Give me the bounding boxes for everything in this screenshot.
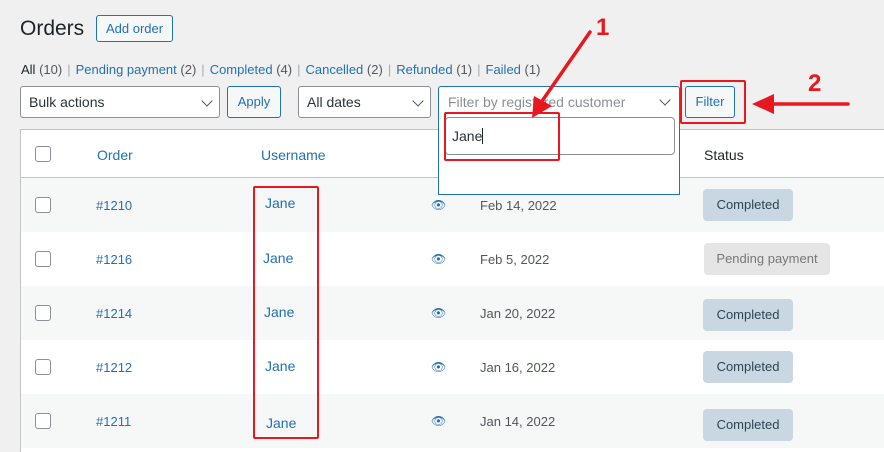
chevron-down-icon xyxy=(412,95,424,107)
order-number[interactable]: #1212 xyxy=(96,360,132,375)
status-badge: Completed xyxy=(703,409,793,441)
status-link-completed[interactable]: Completed (4) xyxy=(210,62,292,77)
table-row[interactable]: #1216 Jane 👁 Feb 5, 2022 Pending payment xyxy=(21,232,884,286)
dates-value: All dates xyxy=(307,94,361,110)
status-filter-links: All (10) | Pending payment (2) | Completed (… xyxy=(21,62,540,77)
status-link-failed[interactable]: Failed (1) xyxy=(486,62,541,77)
status-link-refunded[interactable]: Refunded (1) xyxy=(396,62,472,77)
separator: | xyxy=(201,62,205,77)
row-checkbox[interactable] xyxy=(35,251,51,267)
row-checkbox[interactable] xyxy=(35,197,51,213)
page-title: Orders xyxy=(20,17,85,40)
row-checkbox[interactable] xyxy=(35,305,51,321)
eye-icon[interactable]: 👁 xyxy=(431,414,446,428)
order-date: Feb 14, 2022 xyxy=(480,198,557,213)
order-date: Feb 5, 2022 xyxy=(480,252,550,267)
order-number[interactable]: #1216 xyxy=(96,252,132,267)
bulk-actions-value: Bulk actions xyxy=(29,94,105,110)
separator: | xyxy=(387,62,392,77)
order-date: Jan 20, 2022 xyxy=(480,306,556,321)
order-number[interactable]: #1214 xyxy=(96,306,132,321)
row-checkbox[interactable] xyxy=(35,359,51,375)
table-row[interactable]: #1214 Jane 👁 Jan 20, 2022 Completed xyxy=(21,286,884,340)
separator: | xyxy=(67,62,71,77)
order-date: Jan 14, 2022 xyxy=(480,414,556,429)
chevron-down-icon xyxy=(659,94,671,106)
row-checkbox[interactable] xyxy=(35,413,51,429)
separator: | xyxy=(477,62,481,77)
table-row[interactable]: #1211 Jane 👁 Jan 14, 2022 Completed xyxy=(21,394,884,448)
annotation-step-2: 2 xyxy=(808,70,822,97)
apply-button[interactable]: Apply xyxy=(227,86,281,118)
arrow-step-2-head xyxy=(752,94,774,114)
annotation-step-1: 1 xyxy=(596,14,610,41)
eye-icon[interactable]: 👁 xyxy=(431,198,446,212)
customer-filter-placeholder: Filter by registered customer xyxy=(448,94,626,110)
select-all-checkbox[interactable] xyxy=(35,146,51,162)
add-order-button[interactable]: Add order xyxy=(96,15,174,42)
column-order[interactable]: Order xyxy=(97,147,133,163)
eye-icon[interactable]: 👁 xyxy=(431,252,446,266)
highlight-username-column xyxy=(253,186,319,439)
status-link-cancelled[interactable]: Cancelled (2) xyxy=(305,62,382,77)
order-date: Jan 16, 2022 xyxy=(480,360,556,375)
order-number[interactable]: #1211 xyxy=(96,414,131,429)
column-status: Status xyxy=(704,147,744,163)
highlight-filter-button xyxy=(680,80,746,124)
chevron-down-icon xyxy=(201,95,213,107)
table-row[interactable]: #1212 Jane 👁 Jan 16, 2022 Completed xyxy=(21,340,884,394)
status-badge: Completed xyxy=(703,299,793,331)
status-link-pending[interactable]: Pending payment (2) xyxy=(76,62,197,77)
status-badge: Completed xyxy=(703,351,793,383)
order-number[interactable]: #1210 xyxy=(96,198,132,213)
status-badge: Pending payment xyxy=(704,243,830,275)
highlight-customer-search xyxy=(444,112,560,161)
status-badge: Completed xyxy=(703,189,793,221)
bulk-actions-select[interactable]: Bulk actions xyxy=(20,86,220,118)
status-link-all[interactable]: All (10) xyxy=(21,62,62,77)
separator: | xyxy=(297,62,301,77)
column-username[interactable]: Username xyxy=(261,147,326,163)
dates-select[interactable]: All dates xyxy=(298,86,431,118)
eye-icon[interactable]: 👁 xyxy=(431,306,446,320)
eye-icon[interactable]: 👁 xyxy=(431,360,446,374)
